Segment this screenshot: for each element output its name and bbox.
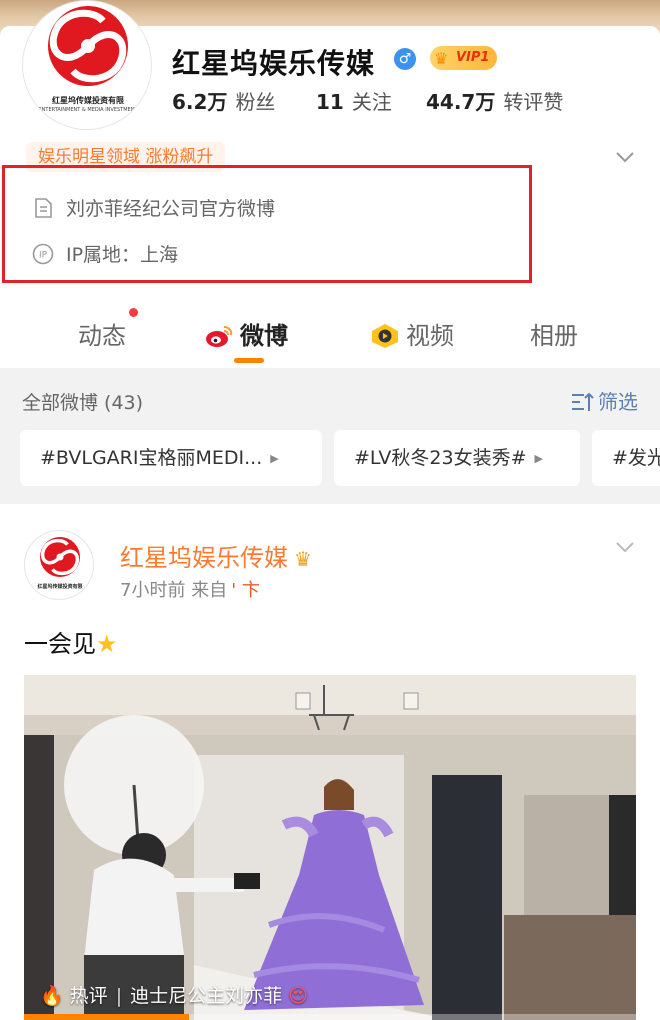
tab-album-label: 相册 bbox=[530, 322, 578, 350]
stat-following-value: 11 bbox=[316, 90, 344, 114]
ip-icon: IP bbox=[32, 243, 54, 265]
separator: | bbox=[115, 985, 123, 1007]
stat-fans[interactable]: 6.2万 粉丝 bbox=[172, 86, 275, 115]
video-progress-bar[interactable] bbox=[24, 1014, 636, 1020]
profile-description: 刘亦菲经纪公司官方微博 bbox=[32, 194, 275, 221]
profile-tabs: 动态 微博 视频 相册 bbox=[0, 300, 660, 366]
filter-label: 筛选 bbox=[598, 390, 638, 414]
stat-fans-value: 6.2万 bbox=[172, 90, 228, 114]
stat-following-label: 关注 bbox=[351, 90, 392, 114]
logo-subtext: ENTERTAINMENT & MEDIA INVESTMENT bbox=[38, 107, 138, 113]
video-icon bbox=[372, 324, 398, 348]
tab-video[interactable]: 视频 bbox=[370, 316, 454, 351]
active-tab-indicator bbox=[234, 358, 264, 363]
topic-chip[interactable]: #发光 bbox=[592, 430, 660, 486]
tab-video-label: 视频 bbox=[406, 322, 454, 350]
photo-studio-image bbox=[24, 675, 636, 1020]
post-time: 7小时前 bbox=[120, 580, 186, 601]
hot-comment-label: 热评 bbox=[69, 985, 108, 1007]
fire-icon: 🔥 bbox=[40, 985, 64, 1007]
topic-chip-label: #BVLGARI宝格丽MEDI... bbox=[40, 447, 263, 469]
document-icon bbox=[35, 198, 52, 218]
filter-icon bbox=[572, 392, 594, 411]
notification-dot bbox=[129, 308, 138, 317]
post-author[interactable]: 红星坞娱乐传媒 ♛ bbox=[120, 538, 312, 573]
chevron-down-icon[interactable] bbox=[614, 536, 636, 558]
tab-weibo[interactable]: 微博 bbox=[204, 316, 288, 351]
topic-chip-label: #LV秋冬23女装秀# bbox=[354, 447, 527, 469]
vip-badge[interactable]: ♛ VIP1 bbox=[430, 46, 498, 70]
stat-fans-label: 粉丝 bbox=[235, 90, 276, 114]
tab-weibo-label: 微博 bbox=[240, 322, 288, 350]
heart-eyes-emoji-icon: 😍 bbox=[288, 985, 308, 1007]
all-weibo-count: 全部微博 (43) bbox=[22, 392, 144, 414]
video-progress-fill bbox=[24, 1014, 190, 1020]
description-text: 刘亦菲经纪公司官方微博 bbox=[66, 198, 276, 220]
post-meta: 7小时前 来自 ' 卞 bbox=[120, 576, 260, 602]
hot-comment[interactable]: 🔥 热评 | 迪士尼公主刘亦菲 😍 bbox=[32, 978, 320, 1014]
tab-dynamic-label: 动态 bbox=[78, 322, 126, 350]
post-video[interactable] bbox=[24, 675, 636, 1020]
stat-likes[interactable]: 44.7万 转评赞 bbox=[426, 86, 563, 115]
topic-chip-label: #发光 bbox=[612, 447, 660, 469]
post-source-prefix: 来自 bbox=[191, 580, 228, 601]
hot-comment-text: 迪士尼公主刘亦菲 bbox=[130, 985, 283, 1007]
stat-following[interactable]: 11 关注 bbox=[316, 86, 392, 115]
logo-text: 红星坞传媒投资有限 bbox=[37, 584, 83, 590]
star-emoji-icon: ★ bbox=[96, 630, 118, 658]
post-source[interactable]: ' 卞 bbox=[231, 580, 260, 601]
profile-ip-location: IP IP属地：上海 bbox=[32, 240, 178, 267]
triangle-right-icon: ▶ bbox=[534, 452, 543, 465]
logo-swirl-icon bbox=[48, 6, 128, 86]
chevron-down-icon[interactable] bbox=[614, 146, 636, 168]
logo-swirl-icon bbox=[40, 537, 80, 577]
vip-label: VIP1 bbox=[456, 50, 490, 65]
crown-icon: ♛ bbox=[434, 49, 449, 68]
post-avatar[interactable]: 红星坞传媒投资有限 bbox=[24, 530, 94, 600]
triangle-right-icon: ▶ bbox=[270, 452, 279, 465]
post-author-name: 红星坞娱乐传媒 bbox=[120, 544, 288, 572]
male-icon: ♂ bbox=[394, 48, 416, 70]
tab-dynamic[interactable]: 动态 bbox=[78, 308, 138, 351]
post-text-content: 一会见 bbox=[24, 630, 96, 658]
profile-name: 红星坞娱乐传媒 bbox=[172, 47, 376, 80]
topic-chip[interactable]: #LV秋冬23女装秀# ▶ bbox=[334, 430, 580, 486]
svg-text:IP: IP bbox=[39, 251, 48, 261]
profile-avatar[interactable]: 红星坞传媒投资有限 ENTERTAINMENT & MEDIA INVESTME… bbox=[22, 0, 152, 130]
filter-area: 全部微博 (43) 筛选 #BVLGARI宝格丽MEDI... ▶ #LV秋冬23… bbox=[0, 368, 660, 504]
stat-likes-label: 转评赞 bbox=[503, 90, 564, 114]
stat-likes-value: 44.7万 bbox=[426, 90, 496, 114]
crown-icon: ♛ bbox=[294, 547, 312, 571]
weibo-icon bbox=[206, 326, 233, 347]
tab-album[interactable]: 相册 bbox=[530, 316, 578, 351]
post-text: 一会见★ bbox=[24, 624, 118, 659]
filter-button[interactable]: 筛选 bbox=[570, 386, 638, 415]
logo-text: 红星坞传媒投资有限 bbox=[52, 96, 124, 105]
ip-location-text: IP属地：上海 bbox=[66, 244, 179, 266]
topic-chip[interactable]: #BVLGARI宝格丽MEDI... ▶ bbox=[20, 430, 322, 486]
